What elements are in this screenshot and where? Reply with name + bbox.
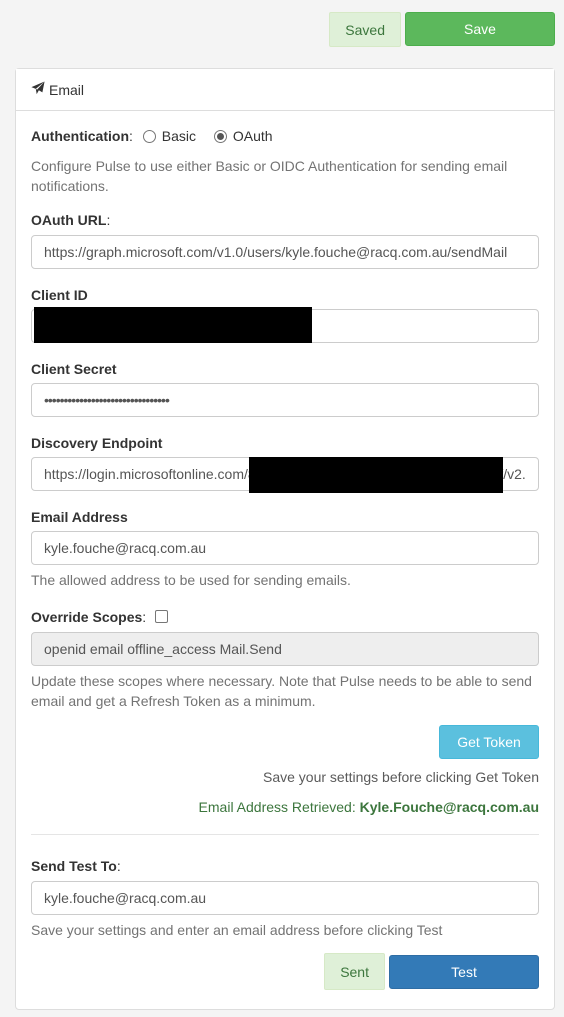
email-address-input[interactable]: kyle.fouche@racq.com.au (31, 531, 539, 565)
test-button[interactable]: Test (389, 955, 539, 989)
send-test-help: Save your settings and enter an email ad… (31, 922, 443, 938)
section-divider (31, 834, 539, 835)
send-test-colon: : (116, 858, 121, 874)
discovery-endpoint-label: Discovery Endpoint (31, 435, 163, 451)
override-scopes-row: Override Scopes: (31, 609, 169, 625)
radio-basic[interactable] (142, 130, 156, 143)
panel-heading: Email (16, 69, 554, 111)
email-address-help: The allowed address to be used for sendi… (31, 572, 351, 588)
save-button[interactable]: Save (405, 12, 555, 46)
override-scopes-label: Override Scopes (31, 609, 143, 625)
oauth-url-colon: : (106, 212, 111, 228)
radio-oauth[interactable] (213, 130, 227, 143)
send-test-input[interactable]: kyle.fouche@racq.com.au (31, 881, 539, 915)
client-id-redaction (34, 307, 312, 343)
override-scopes-checkbox[interactable] (155, 610, 169, 623)
scopes-help: Update these scopes where necessary. Not… (31, 673, 532, 709)
client-secret-input[interactable]: •••••••••••••••••••••••••••••••• (31, 383, 539, 417)
send-test-label-row: Send Test To: (31, 858, 121, 874)
email-address-label: Email Address (31, 509, 128, 525)
email-panel: Email Authentication: Basic OAuth Config… (15, 68, 555, 1010)
radio-oauth-label: OAuth (232, 128, 273, 144)
client-secret-label: Client Secret (31, 361, 117, 377)
saved-status: Saved (329, 12, 401, 47)
get-token-help: Save your settings before clicking Get T… (262, 769, 539, 785)
client-id-label: Client ID (31, 287, 88, 303)
radio-basic-label: Basic (161, 128, 197, 144)
email-retrieved-row: Email Address Retrieved: Kyle.Fouche@rac… (199, 797, 539, 817)
authentication-row: Authentication: Basic OAuth (31, 128, 273, 144)
authentication-help: Configure Pulse to use either Basic or O… (31, 158, 508, 194)
oauth-url-label-row: OAuth URL: (31, 212, 110, 228)
paper-plane-icon (31, 81, 49, 98)
scopes-input: openid email offline_access Mail.Send (31, 632, 539, 666)
oauth-url-label: OAuth URL (31, 212, 107, 228)
send-test-label: Send Test To (31, 858, 117, 874)
oauth-url-input[interactable]: https://graph.microsoft.com/v1.0/users/k… (31, 235, 539, 269)
authentication-label: Authentication (31, 128, 129, 144)
panel-title: Email (49, 81, 85, 98)
top-toolbar: Saved Save (329, 12, 555, 47)
email-retrieved-value: Kyle.Fouche@racq.com.au (359, 799, 539, 815)
sent-status: Sent (324, 953, 385, 990)
email-retrieved-label: Email Address Retrieved: (198, 799, 356, 815)
override-scopes-colon: : (142, 609, 147, 625)
get-token-button[interactable]: Get Token (439, 725, 539, 759)
discovery-endpoint-redaction (249, 457, 503, 493)
authentication-colon: : (129, 128, 133, 144)
